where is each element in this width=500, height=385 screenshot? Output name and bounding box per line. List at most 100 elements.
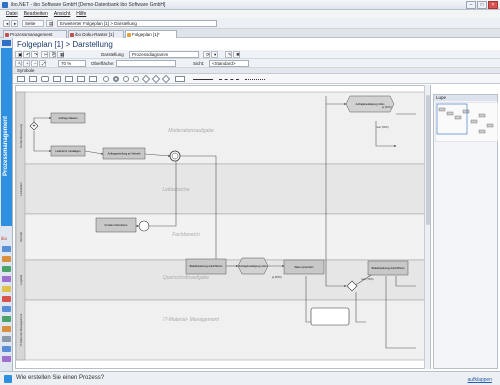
shape-rounded-icon[interactable] xyxy=(41,76,49,82)
seite-button[interactable]: Seite xyxy=(22,20,44,27)
sidebar-folder-icon[interactable] xyxy=(2,256,11,262)
task-label: Auftrag erfassen xyxy=(58,116,78,120)
shape-start-event-icon[interactable] xyxy=(103,76,109,82)
menu-bearbeiten[interactable]: Bearbeiten xyxy=(24,10,48,18)
undo-icon[interactable]: ↶ xyxy=(23,51,30,58)
menu-ansicht[interactable]: Ansicht xyxy=(54,10,70,18)
sidebar-collapse-icon[interactable] xyxy=(2,40,11,46)
aufklappen-link[interactable]: aufklappen xyxy=(468,377,492,383)
timer-event-icon[interactable] xyxy=(169,150,181,162)
menu-hilfe[interactable]: Hilfe xyxy=(76,10,86,18)
delete-icon[interactable]: ✖ xyxy=(233,51,240,58)
swimlane-3 xyxy=(16,213,430,261)
lane-title-1: Moderationsaufgabe xyxy=(168,128,214,134)
gateway-plus-icon: + xyxy=(33,124,36,130)
lane-title-4: Querschnittsaufgabe xyxy=(163,275,209,281)
cut-icon[interactable]: ✂ xyxy=(41,51,48,58)
back-icon[interactable]: ◂ xyxy=(3,20,10,27)
sidebar-ibo-label: ibo xyxy=(1,236,8,241)
selected-task[interactable] xyxy=(310,307,350,326)
refresh-icon[interactable]: ⟳ xyxy=(203,51,210,58)
shape-gateway-icon[interactable] xyxy=(141,74,151,84)
task-label: Auftragsbestätigung prüfen xyxy=(239,265,268,268)
connector-dotted-icon[interactable] xyxy=(245,79,265,80)
lane-header-4: Logistik xyxy=(19,274,23,285)
lane-header-5: IT-Material-Management xyxy=(19,313,23,346)
shape-timer-icon[interactable] xyxy=(133,76,139,82)
shape-rectangle-icon[interactable] xyxy=(17,76,25,82)
fit-icon[interactable]: ⤢ xyxy=(39,60,46,67)
print-icon[interactable]: ▤ xyxy=(46,20,53,27)
sidebar-document-icon[interactable] xyxy=(2,286,11,292)
task-label: Kunden informieren xyxy=(105,223,128,227)
tab-doku-raster[interactable]: ibo Doku-Raster [1] xyxy=(68,30,124,38)
oberflaeche-select[interactable] xyxy=(116,60,176,67)
shape-annotation-icon[interactable] xyxy=(175,76,185,82)
sicht-select[interactable]: <Standard> xyxy=(209,60,249,67)
menu-datei[interactable]: Datei xyxy=(6,10,18,18)
tab-bar: Prozessmanagement ibo Doku-Raster [1] Fo… xyxy=(0,29,500,38)
window-titlebar: ibo.NET - ibo Software GmbH [Demo-Datenb… xyxy=(0,0,500,10)
diagram-canvas[interactable]: Kundenbetreuung Leitstellen Vertrieb Log… xyxy=(15,85,431,369)
sidebar-list-icon[interactable] xyxy=(2,316,11,322)
tab-label: Prozessmanagement xyxy=(10,32,53,37)
shape-and-gateway-icon[interactable] xyxy=(161,74,171,84)
shape-card-icon[interactable] xyxy=(89,76,97,82)
lupe-title: Lupe xyxy=(434,95,497,101)
zoom-out-icon[interactable]: − xyxy=(31,60,38,67)
select-icon[interactable]: ↖ xyxy=(15,60,22,67)
shape-end-event-icon[interactable] xyxy=(113,76,119,82)
connector-dashed-icon[interactable] xyxy=(219,79,239,80)
sidebar-prozessmanagement[interactable]: Prozessmanagement xyxy=(1,48,12,226)
shape-document-icon[interactable] xyxy=(53,76,61,82)
navigation-path-field[interactable]: Erweiterter Folgeplan [1] > Darstellung xyxy=(57,20,217,27)
task-label: Lieferterm. bestätigen xyxy=(55,149,81,153)
window-title: ibo.NET - ibo Software GmbH [Demo-Datenb… xyxy=(11,2,166,8)
sidebar-table-icon[interactable] xyxy=(2,306,11,312)
task-label: Ware versenden xyxy=(295,265,314,269)
status-bar: Wie erstellen Sie einen Prozess? aufklap… xyxy=(0,371,500,385)
sidebar-flag-icon[interactable] xyxy=(2,296,11,302)
zoom-select[interactable]: 70 % xyxy=(58,60,86,67)
diagram-type-select[interactable]: Prozessdiagramm xyxy=(129,51,199,58)
shape-subprocess-icon[interactable] xyxy=(65,76,73,82)
task-label: Auftragsbestätigung prüfen xyxy=(356,103,385,106)
close-button[interactable]: × xyxy=(488,1,498,9)
lane-title-5: IT-Material- Management xyxy=(163,317,219,323)
shape-process-icon[interactable] xyxy=(29,76,37,82)
tab-document-icon xyxy=(70,33,74,37)
shape-xor-gateway-icon[interactable] xyxy=(151,74,161,84)
tab-prozessmanagement[interactable]: Prozessmanagement xyxy=(3,30,67,38)
sidebar-extra-icon[interactable] xyxy=(2,356,11,362)
sidebar-calendar-icon[interactable] xyxy=(2,276,11,282)
view-toolbar: ↖ + − ⤢ 70 % Oberfläche: Sicht: <Standar… xyxy=(13,59,500,68)
tab-folgeplan[interactable]: Folgeplan [1]* xyxy=(125,30,177,38)
redo-icon[interactable]: ↷ xyxy=(31,51,38,58)
edit-icon[interactable]: ✎ xyxy=(225,51,232,58)
save-icon[interactable]: ▣ xyxy=(15,51,22,58)
shape-data-icon[interactable] xyxy=(77,76,85,82)
lupe-overview[interactable] xyxy=(435,102,498,142)
connector-line-icon[interactable] xyxy=(193,79,213,80)
shape-palette xyxy=(13,74,500,84)
filter-icon[interactable]: ▾ xyxy=(211,51,218,58)
shape-intermediate-icon[interactable] xyxy=(123,76,129,82)
sidebar-chart-icon[interactable] xyxy=(2,266,11,272)
menu-bar: Datei Bearbeiten Ansicht Hilfe xyxy=(0,10,500,18)
sidebar-report-icon[interactable] xyxy=(2,336,11,342)
main-toolbar: ◂ ▸ Seite ▤ Erweiterter Folgeplan [1] > … xyxy=(0,18,500,29)
paste-icon[interactable]: ▦ xyxy=(57,51,64,58)
sidebar-help-icon[interactable] xyxy=(2,346,11,352)
end-event-icon[interactable] xyxy=(138,220,150,232)
scrollbar-thumb[interactable] xyxy=(426,95,430,225)
sidebar-settings-icon[interactable] xyxy=(2,326,11,332)
sidebar-users-icon[interactable] xyxy=(2,246,11,252)
zoom-in-icon[interactable]: + xyxy=(23,60,30,67)
minimize-button[interactable]: – xyxy=(466,1,476,9)
copy-icon[interactable]: ⎘ xyxy=(49,51,56,58)
sidebar-prozessmanagement-label: Prozessmanagement xyxy=(3,115,9,177)
oberflaeche-label: Oberfläche: xyxy=(91,61,115,66)
forward-icon[interactable]: ▸ xyxy=(11,20,18,27)
maximize-button[interactable]: □ xyxy=(477,1,487,9)
canvas-vertical-scrollbar[interactable] xyxy=(424,85,430,369)
